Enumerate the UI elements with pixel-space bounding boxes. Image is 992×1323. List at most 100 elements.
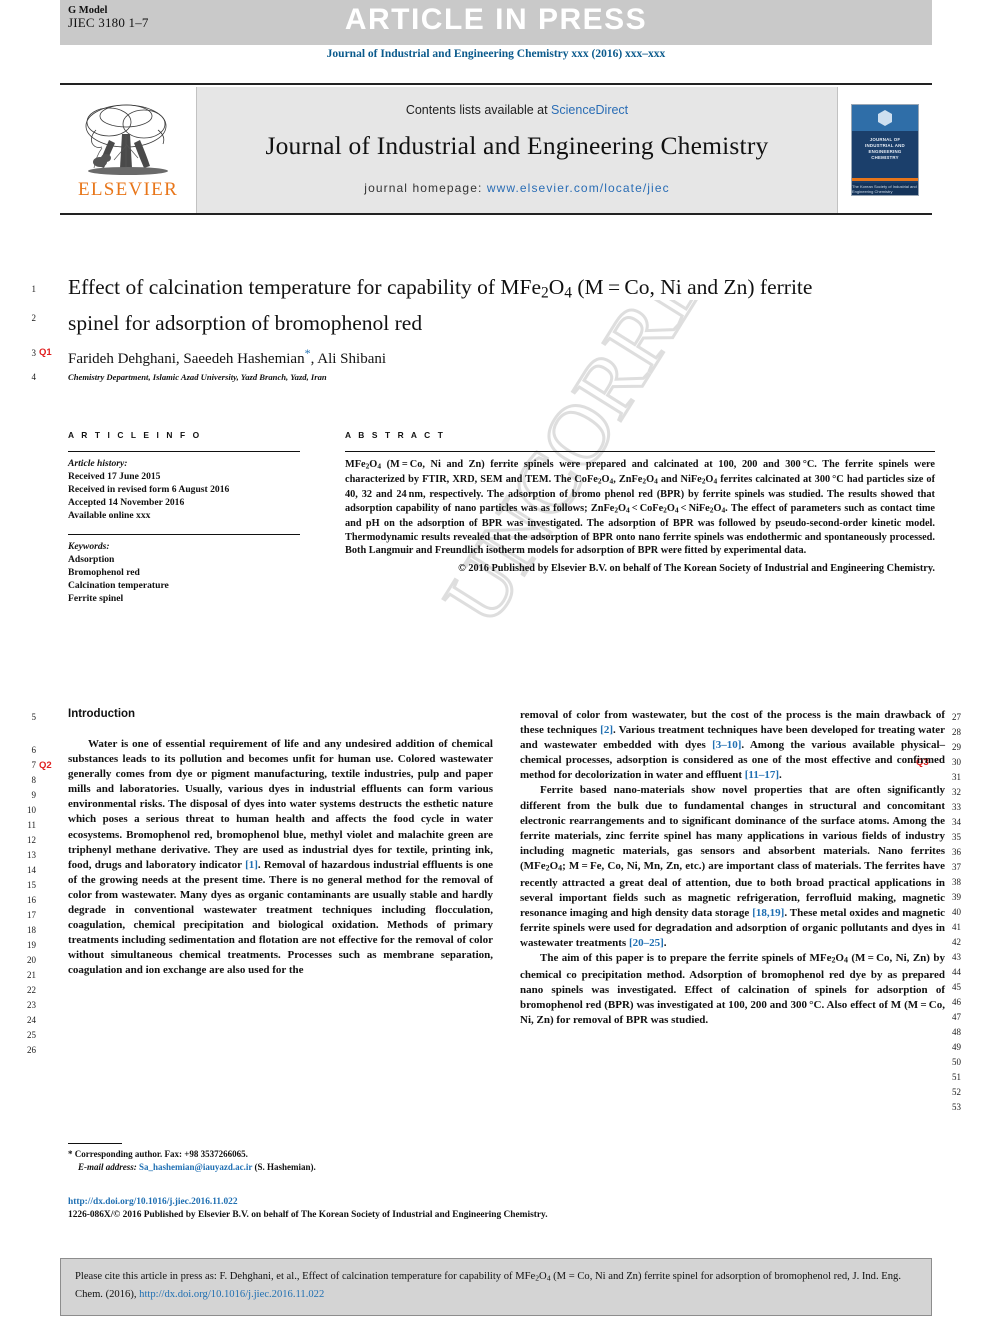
keyword-item: Calcination temperature (68, 580, 169, 591)
abstract-text: MFe2O4 (M = Co, Ni and Zn) ferrite spine… (345, 459, 935, 557)
paragraph: The aim of this paper is to prepare the … (520, 952, 945, 1027)
elsevier-tree-icon (85, 104, 168, 175)
line-number: 24 (27, 1015, 36, 1025)
line-number: 17 (27, 910, 36, 920)
line-number: 2 (31, 313, 37, 323)
keywords-label: Keywords: (68, 541, 110, 552)
citation-link[interactable]: [3–10] (712, 739, 741, 751)
title-block: Effect of calcination temperature for ca… (68, 272, 868, 338)
citation-link[interactable]: [1] (245, 859, 258, 871)
line-number: 31 (952, 772, 961, 782)
line-number: 11 (27, 820, 36, 830)
author-list: Farideh Dehghani, Saeedeh Hashemian*, Al… (68, 346, 768, 368)
cite-this-article-box: Please cite this article in press as: F.… (60, 1258, 932, 1316)
line-number: 8 (31, 775, 37, 785)
history-item: Accepted 14 November 2016 (68, 497, 185, 508)
corresponding-author-text: Corresponding author. Fax: +98 353726606… (74, 1149, 248, 1159)
line-number: 52 (952, 1087, 961, 1097)
line-number: 48 (952, 1027, 961, 1037)
line-number: 22 (27, 985, 36, 995)
email-link[interactable]: Sa_hashemian@iauyazd.ac.ir (139, 1162, 252, 1172)
line-number: 14 (27, 865, 36, 875)
line-number: 3 (31, 348, 37, 358)
line-number: 42 (952, 937, 961, 947)
elsevier-wordmark: ELSEVIER (77, 178, 179, 200)
citation-link[interactable]: [2] (600, 724, 613, 736)
journal-masthead: ELSEVIER Contents lists available at Sci… (60, 83, 932, 215)
line-number: 26 (27, 1045, 36, 1055)
cite-part-2: O (539, 1271, 547, 1282)
paragraph: removal of color from wastewater, but th… (520, 709, 946, 782)
line-number: 32 (952, 787, 961, 797)
history-item: Received 17 June 2015 (68, 471, 161, 482)
history-item: Received in revised form 6 August 2016 (68, 484, 230, 495)
line-number: 5 (31, 712, 37, 722)
citation-link[interactable]: [18,19] (752, 907, 784, 919)
homepage-label: journal homepage: (364, 181, 487, 195)
line-number: 23 (27, 1000, 36, 1010)
line-number: 45 (952, 982, 961, 992)
abstract-column: A B S T R A C T MFe2O4 (M = Co, Ni and Z… (345, 430, 935, 576)
line-number: 12 (27, 835, 36, 845)
line-number: 39 (952, 892, 961, 902)
footnote-block: * Corresponding author. Fax: +98 3537266… (68, 1148, 498, 1173)
paragraph: Ferrite based nano-materials show novel … (520, 784, 946, 950)
email-label: E-mail address: (78, 1161, 137, 1172)
query-tag-q1[interactable]: Q1 (39, 347, 52, 358)
cover-orange-band (852, 178, 918, 181)
abstract-copyright: © 2016 Published by Elsevier B.V. on beh… (458, 563, 935, 575)
line-number: 40 (952, 907, 961, 917)
divider (345, 451, 935, 452)
abstract-heading: A B S T R A C T (345, 430, 446, 440)
citation-link[interactable]: [11–17] (745, 769, 779, 781)
homepage-url-link[interactable]: www.elsevier.com/locate/jiec (487, 181, 670, 195)
line-number: 41 (952, 922, 961, 932)
line-number: 47 (952, 1012, 961, 1022)
journal-title: Journal of Industrial and Engineering Ch… (265, 131, 769, 160)
line-number: 7 (31, 760, 37, 770)
line-number: 9 (31, 790, 37, 800)
line-number: 19 (27, 940, 36, 950)
query-tag-q2[interactable]: Q2 (39, 760, 52, 771)
divider (68, 534, 300, 535)
line-number: 4 (31, 372, 37, 382)
history-item: Available online xxx (68, 510, 151, 521)
line-number: 27 (952, 712, 961, 722)
contents-prefix: Contents lists available at (405, 103, 552, 117)
doi-link[interactable]: http://dx.doi.org/10.1016/j.jiec.2016.11… (68, 1196, 868, 1209)
line-number: 36 (952, 847, 961, 857)
keyword-item: Adsorption (68, 554, 115, 565)
line-number: 20 (27, 955, 36, 965)
line-number: 13 (27, 850, 36, 860)
line-number: 10 (27, 805, 36, 815)
line-number: 46 (952, 997, 961, 1007)
line-number: 21 (27, 970, 36, 980)
line-number: 44 (952, 967, 961, 977)
line-number: 43 (952, 952, 961, 962)
article-history-label: Article history: (68, 458, 128, 469)
line-number: 49 (952, 1042, 961, 1052)
cite-part-1: Please cite this article in press as: F.… (75, 1271, 536, 1282)
issn-copyright-line: 1226-086X/© 2016 Published by Elsevier B… (68, 1209, 548, 1220)
authors-tail: , Ali Shibani (310, 351, 387, 367)
sciencedirect-link[interactable]: ScienceDirect (551, 103, 628, 117)
email-owner: (S. Hashemian). (254, 1161, 316, 1172)
contents-list-line: Contents lists available at ScienceDirec… (406, 103, 628, 117)
article-info-column: A R T I C L E I N F O Article history: R… (68, 430, 300, 605)
line-number: 25 (27, 1030, 36, 1040)
line-number: 50 (952, 1057, 961, 1067)
cover-society-text: The Korean Society of Industrial and Eng… (852, 183, 918, 195)
authors-main: Farideh Dehghani, Saeedeh Hashemian (68, 351, 305, 367)
journal-cover-thumbnail: JOURNAL OF INDUSTRIAL AND ENGINEERING CH… (851, 104, 919, 196)
line-number: 38 (952, 877, 961, 887)
cite-text: Please cite this article in press as: F.… (75, 1269, 917, 1303)
page-title: Effect of calcination temperature for ca… (68, 275, 813, 336)
citation-link[interactable]: [20–25] (629, 937, 664, 949)
cite-doi-link[interactable]: http://dx.doi.org/10.1016/j.jiec.2016.11… (139, 1289, 324, 1300)
footer-doi-block: http://dx.doi.org/10.1016/j.jiec.2016.11… (68, 1196, 868, 1221)
journal-homepage-line: journal homepage: www.elsevier.com/locat… (364, 181, 669, 195)
keyword-item: Bromophenol red (68, 567, 140, 578)
article-in-press-title: ARTICLE IN PRESS (344, 3, 648, 36)
keyword-item: Ferrite spinel (68, 593, 124, 604)
elsevier-logo: ELSEVIER (60, 87, 196, 213)
